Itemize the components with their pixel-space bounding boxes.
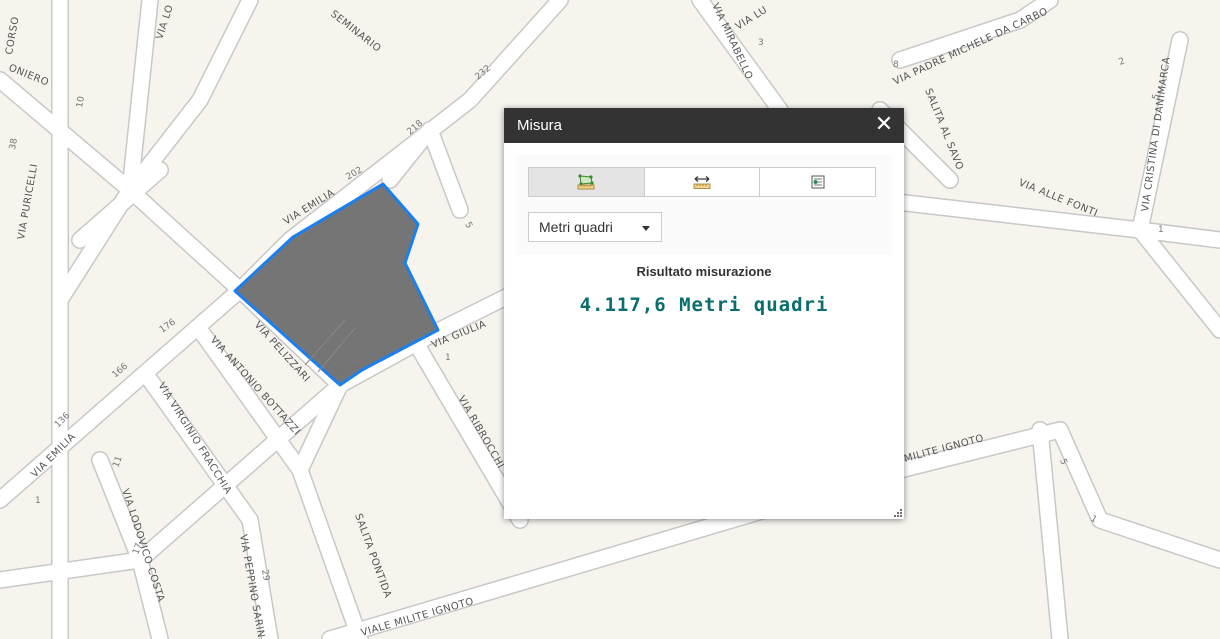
house-number: 1 (445, 353, 451, 363)
house-number: 8 (893, 60, 899, 70)
distance-tool-button[interactable] (645, 168, 761, 196)
location-tool-button[interactable] (760, 168, 875, 196)
panel-title: Misura (517, 117, 563, 134)
distance-measure-icon (693, 176, 711, 189)
house-number: 10 (75, 95, 87, 108)
area-tool-button[interactable] (529, 168, 645, 196)
location-measure-icon (811, 175, 825, 189)
measure-panel: Misura ✕ Metri quadri Risultato misurazi… (504, 108, 904, 519)
area-measure-icon (577, 174, 595, 190)
unit-select[interactable]: Metri quadri (528, 212, 662, 242)
house-number: 1 (1158, 225, 1164, 235)
measure-tool-group (528, 167, 876, 197)
result-value: 4.117,6 Metri quadri (579, 294, 829, 316)
measure-toolbar: Metri quadri (516, 155, 892, 255)
house-number: 1 (35, 496, 41, 506)
panel-header[interactable]: Misura ✕ (504, 108, 904, 143)
resize-handle-icon[interactable] (894, 509, 902, 517)
house-number: 29 (259, 569, 271, 582)
unit-select-value: Metri quadri (539, 219, 613, 235)
house-number: 38 (8, 137, 20, 150)
chevron-down-icon (642, 226, 650, 231)
house-number: 6 (398, 338, 404, 348)
house-number: 3 (758, 38, 764, 48)
result-title: Risultato misurazione (636, 264, 772, 279)
close-icon[interactable]: ✕ (874, 114, 894, 136)
